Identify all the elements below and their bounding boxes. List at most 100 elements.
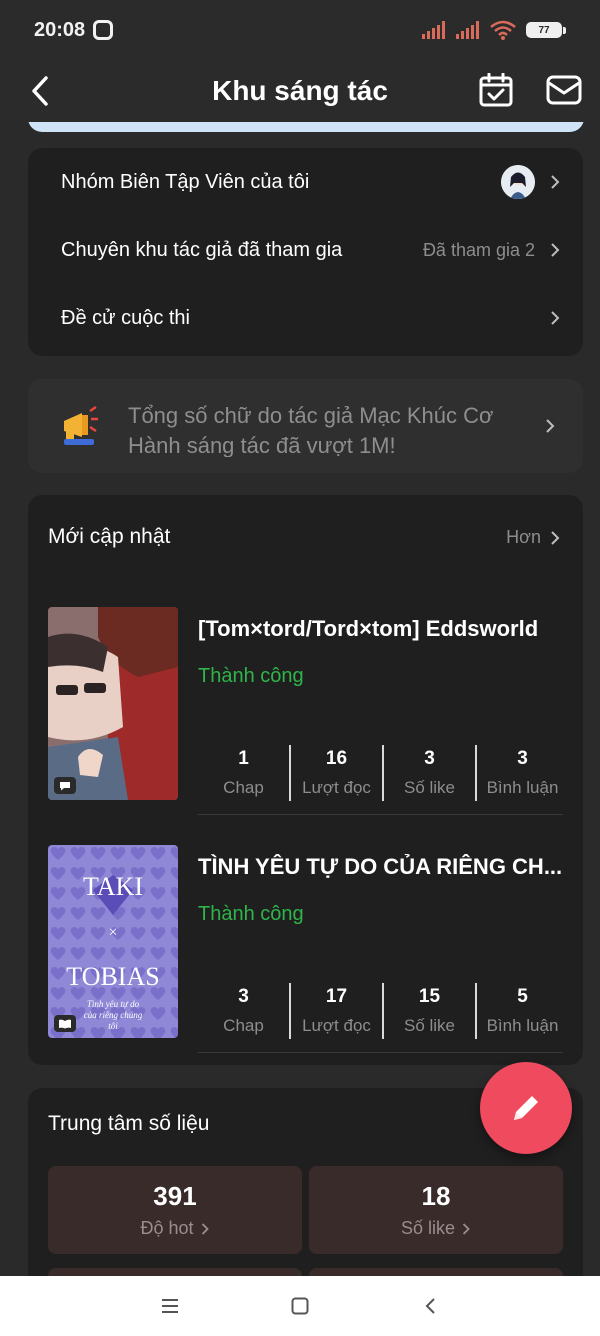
wifi-icon [490,20,516,40]
stat-value: 1 [238,748,249,769]
chevron-right-icon [551,311,560,325]
signal-icon [422,21,445,39]
stat-label: Lượt đọc [302,1016,371,1035]
stat-chapters: 3 Chap [198,983,289,1039]
stat-value: 3 [424,748,435,769]
stat-reads: 17 Lượt đọc [289,983,382,1039]
stat-comments: 5 Bình luận [475,983,568,1039]
stat-value: 5 [517,986,528,1007]
book-item[interactable]: TAKI × TOBIAS Tình yêu tự do của riêng c… [48,845,563,1053]
home-square-icon [291,1297,309,1315]
status-time: 20:08 [34,18,86,41]
stat-label: Chap [223,778,264,797]
menu-item-contest-nomination[interactable]: Đề cử cuộc thi [28,288,583,348]
menu-icon [162,1299,178,1313]
book-title: TÌNH YÊU TỰ DO CỦA RIÊNG CH... [198,854,563,879]
status-icons: 77 [422,20,566,40]
cover-subtitle-text: TOBIAS [66,962,159,991]
book-stats: 1 Chap 16 Lượt đọc 3 Số like 3 Bình luận [198,745,568,801]
back-button[interactable] [22,68,58,114]
stat-label: Bình luận [486,1016,559,1035]
stat-value: 16 [325,748,348,769]
banner-edge[interactable] [28,122,584,132]
divider [198,814,563,815]
home-button[interactable] [285,1291,315,1321]
avatar [501,165,535,199]
megaphone-icon [64,405,98,445]
more-link[interactable]: Hơn [506,527,561,548]
more-link-label: Hơn [506,527,541,547]
stat-chapters: 1 Chap [198,745,289,801]
notice-text: Tổng số chữ do tác giả Mạc Khúc Cơ Hành … [128,403,494,457]
cover-tagline-text: của riêng chúng [84,1010,143,1020]
stat-box-likes[interactable]: 18 Số like [309,1166,563,1254]
stat-label: Bình luận [486,778,559,797]
menu-item-label: Đề cử cuộc thi [61,306,190,329]
stat-value: 17 [325,986,348,1007]
battery-level: 77 [526,22,562,38]
stat-box-value: 18 [421,1181,451,1211]
chevron-right-icon [546,419,555,433]
notification-dot-icon [93,20,114,40]
menu-card: Nhóm Biên Tập Viên của tôi Chuyên khu tá… [28,148,583,356]
book-item[interactable]: [Tom×tord/Tord×tom] Eddsworld Thành công… [48,607,563,815]
menu-item-author-zones[interactable]: Chuyên khu tác giả đã tham gia Đã tham g… [28,220,583,280]
status-bar: 20:08 77 [0,0,600,60]
menu-item-label: Chuyên khu tác giả đã tham gia [61,238,343,261]
notice-card[interactable]: Tổng số chữ do tác giả Mạc Khúc Cơ Hành … [28,379,583,473]
divider [198,1052,563,1053]
system-nav-bar [0,1276,600,1336]
stat-value: 3 [238,986,249,1007]
page-title: Khu sáng tác [212,75,388,106]
recent-apps-button[interactable] [155,1291,185,1321]
menu-item-value: Đã tham gia 2 [422,239,535,260]
stat-likes: 15 Số like [382,983,475,1039]
stat-box-partial[interactable] [309,1268,563,1276]
stat-box-hotness[interactable]: 391 Độ hot [48,1166,302,1254]
app-header: Khu sáng tác [0,60,600,122]
book-title: [Tom×tord/Tord×tom] Eddsworld [198,616,539,641]
cover-tagline-text: tôi [108,1021,118,1031]
menu-item-label: Nhóm Biên Tập Viên của tôi [61,170,310,193]
stat-box-value: 391 [153,1181,197,1211]
pencil-icon [514,1096,538,1120]
stat-label: Số like [403,778,456,797]
book-cover[interactable] [48,607,178,800]
chevron-right-icon [201,1222,209,1235]
section-title: Mới cập nhật [48,525,171,548]
mail-button[interactable] [543,68,585,112]
menu-item-editor-group[interactable]: Nhóm Biên Tập Viên của tôi [28,152,583,212]
cover-tagline-text: Tình yêu tự do [87,999,140,1009]
battery-icon: 77 [526,22,566,38]
section-title: Trung tâm số liệu [48,1112,210,1135]
stat-box-label-text: Độ hot [140,1218,194,1238]
book-icon [54,1015,76,1032]
stat-comments: 3 Bình luận [475,745,568,801]
chevron-right-icon [462,1222,470,1235]
stat-reads: 16 Lượt đọc [289,745,382,801]
write-button[interactable] [480,1062,572,1154]
cover-cross-text: × [108,924,117,941]
back-triangle-icon [425,1298,435,1314]
stat-label: Chap [223,1016,264,1035]
mail-icon [546,75,582,105]
cover-title-text: TAKI [83,872,143,901]
stat-value: 15 [418,986,441,1007]
comment-icon [54,777,76,794]
chevron-right-icon [551,530,560,545]
chevron-right-icon [551,175,560,189]
stat-box-label: Độ hot [140,1218,209,1239]
stat-value: 3 [517,748,528,769]
book-cover[interactable]: TAKI × TOBIAS Tình yêu tự do của riêng c… [48,845,178,1038]
calendar-button[interactable] [476,68,516,112]
stat-likes: 3 Số like [382,745,475,801]
book-status: Thành công [198,665,304,687]
stat-label: Số like [403,1016,456,1035]
book-status: Thành công [198,903,304,925]
stat-box-partial[interactable] [48,1268,302,1276]
stat-label: Lượt đọc [302,778,371,797]
back-icon [32,76,48,106]
system-back-button[interactable] [415,1291,445,1321]
signal-icon [456,21,479,39]
stat-box-label-text: Số like [400,1218,456,1238]
